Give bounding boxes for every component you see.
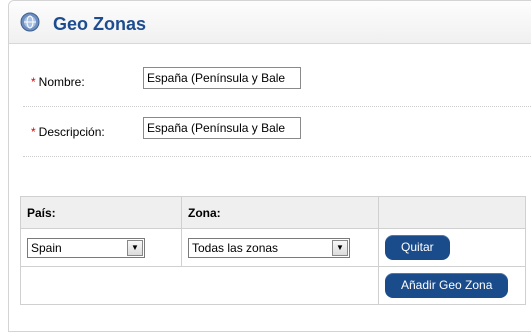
description-row: * Descripción: — [23, 106, 531, 157]
action-header — [378, 196, 526, 229]
chevron-down-icon[interactable]: ▼ — [127, 239, 143, 256]
table-row: Spain ▼ Todas las zonas ▼ Quitar — [20, 228, 526, 267]
zone-select[interactable]: Todas las zonas ▼ — [188, 237, 350, 258]
page-title: Geo Zonas — [53, 14, 147, 34]
description-label: * Descripción: — [31, 125, 105, 139]
required-mark: * — [31, 125, 36, 139]
description-input[interactable] — [143, 117, 301, 139]
table-footer-row: Añadir Geo Zona — [20, 266, 526, 305]
table-header-row: País: Zona: — [20, 196, 526, 229]
country-header: País: — [20, 196, 182, 229]
country-cell: Spain ▼ — [20, 228, 182, 267]
add-geo-zone-button[interactable]: Añadir Geo Zona — [385, 273, 509, 298]
zone-cell: Todas las zonas ▼ — [181, 228, 379, 267]
globe-icon — [20, 12, 40, 32]
zone-header: Zona: — [181, 196, 379, 229]
panel-header: Geo Zonas — [9, 1, 531, 44]
country-select[interactable]: Spain ▼ — [27, 237, 145, 258]
name-label: * Nombre: — [31, 75, 85, 89]
name-row: * Nombre: — [23, 56, 531, 107]
required-mark: * — [31, 75, 36, 89]
zones-table: País: Zona: Spain ▼ Todas las zonas ▼ Qu… — [20, 196, 526, 305]
chevron-down-icon[interactable]: ▼ — [332, 239, 348, 256]
empty-cell — [20, 266, 379, 305]
name-input[interactable] — [143, 67, 301, 89]
add-cell: Añadir Geo Zona — [378, 266, 526, 305]
remove-button[interactable]: Quitar — [385, 235, 450, 260]
action-cell: Quitar — [378, 228, 526, 267]
